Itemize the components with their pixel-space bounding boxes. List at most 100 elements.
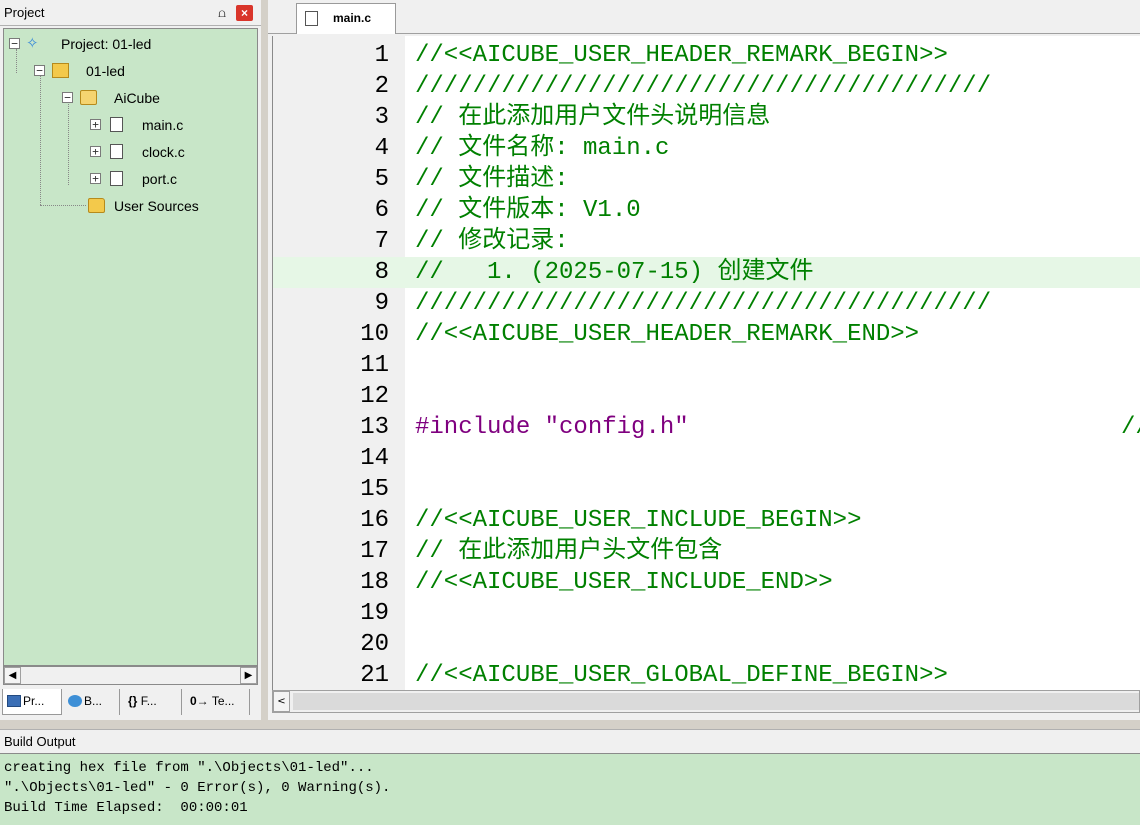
tree-item-file[interactable]: + main.c	[90, 114, 249, 136]
line-text: //<<AICUBE_USER_HEADER_REMARK_END>>	[415, 321, 920, 348]
code-line: 11	[273, 350, 1140, 381]
code-line: 18 //<<AICUBE_USER_INCLUDE_END>>	[273, 567, 1140, 598]
line-text: // 1. (2025-07-15) 创建文件	[415, 259, 814, 286]
templates-icon: 0→	[190, 694, 209, 708]
build-output-line: ".\Objects\01-led" - 0 Error(s), 0 Warni…	[4, 780, 391, 796]
line-number: 5	[374, 166, 389, 193]
code-line: 16 //<<AICUBE_USER_INCLUDE_BEGIN>>	[273, 505, 1140, 536]
editor-pane: main.c 1 //<<AICUBE_USER_HEADER_REMARK_BE…	[268, 0, 1140, 720]
line-number: 11	[360, 352, 389, 379]
line-number: 7	[374, 228, 389, 255]
collapse-icon[interactable]: −	[34, 65, 45, 76]
line-number: 9	[374, 290, 389, 317]
scroll-left-icon[interactable]: ◀	[4, 667, 21, 684]
tree-item-file[interactable]: + clock.c	[90, 141, 249, 163]
code-line: 12	[273, 381, 1140, 412]
line-number: 18	[360, 569, 389, 596]
line-number: 21	[360, 662, 389, 689]
project-tree-hscrollbar[interactable]: ◀ ▶	[3, 666, 258, 685]
scroll-left-icon[interactable]: <	[273, 691, 290, 712]
tree-item-group-user-sources[interactable]: User Sources	[88, 195, 249, 217]
scroll-track[interactable]	[293, 693, 1139, 710]
build-output-title: Build Output	[4, 734, 76, 749]
project-panel-tabs: Pr... B... {} F... 0→ Te...	[0, 688, 261, 720]
code-line: 3 // 在此添加用户文件头说明信息	[273, 102, 1140, 133]
tree-item-label: 01-led	[86, 63, 125, 79]
code-line: 21 //<<AICUBE_USER_GLOBAL_DEFINE_BEGIN>>	[273, 660, 1140, 690]
code-line: 8 // 1. (2025-07-15) 创建文件	[273, 257, 1140, 288]
line-number: 3	[374, 104, 389, 131]
tab-label: Te...	[211, 694, 235, 708]
editor-tab-label: main.c	[333, 11, 372, 25]
books-icon	[68, 695, 82, 707]
tab-label: B...	[84, 694, 103, 708]
project-panel-title: Project	[4, 5, 45, 20]
build-output-header: Build Output	[0, 729, 1140, 753]
line-number: 14	[360, 445, 389, 472]
tree-item-project-root[interactable]: − ✧ Project: 01-led	[9, 33, 249, 55]
project-icon: ✧	[26, 35, 39, 52]
code-line: 17 // 在此添加用户头文件包含	[273, 536, 1140, 567]
code-line: 14	[273, 443, 1140, 474]
line-text: // 文件版本: V1.0	[415, 197, 641, 224]
tab-functions[interactable]: {} F...	[124, 689, 182, 715]
code-line: 7 // 修改记录:	[273, 226, 1140, 257]
file-icon	[110, 144, 123, 159]
line-number: 6	[374, 197, 389, 224]
line-text: //<<AICUBE_USER_INCLUDE_END>>	[415, 569, 833, 596]
tab-templates[interactable]: 0→ Te...	[186, 689, 250, 715]
line-text: //<<AICUBE_USER_HEADER_REMARK_BEGIN>>	[415, 42, 948, 69]
line-text: //<<AICUBE_USER_GLOBAL_DEFINE_BEGIN>>	[415, 662, 948, 689]
scroll-right-icon[interactable]: ▶	[240, 667, 257, 684]
line-number: 4	[374, 135, 389, 162]
line-number: 13	[360, 414, 389, 441]
tree-item-file[interactable]: + port.c	[90, 168, 249, 190]
line-text: #include "config.h"	[415, 414, 689, 441]
code-line: 19	[273, 598, 1140, 629]
project-window-icon	[7, 695, 21, 707]
editor-hscrollbar[interactable]: <	[272, 690, 1140, 713]
tab-label: F...	[140, 694, 157, 708]
tab-project[interactable]: Pr...	[2, 689, 62, 715]
line-number: 19	[360, 600, 389, 627]
expand-icon[interactable]: +	[90, 146, 101, 157]
project-tree: − ✧ Project: 01-led − 01-led − AiCube + …	[3, 28, 258, 666]
folder-open-icon	[80, 90, 97, 105]
code-line: 4 // 文件名称: main.c	[273, 133, 1140, 164]
scroll-track[interactable]	[22, 668, 239, 683]
editor-tab-strip: main.c	[268, 0, 1140, 34]
tree-item-label: Project: 01-led	[61, 36, 152, 52]
tree-connector	[68, 101, 69, 185]
tree-item-label: User Sources	[114, 198, 199, 214]
code-line: 9 ///////////////////////////////////////…	[273, 288, 1140, 319]
tab-books[interactable]: B...	[64, 689, 120, 715]
code-line: 15	[273, 474, 1140, 505]
build-output-line: creating hex file from ".\Objects\01-led…	[4, 760, 374, 776]
line-number: 17	[360, 538, 389, 565]
collapse-icon[interactable]: −	[9, 38, 20, 49]
tree-connector	[40, 205, 86, 206]
tab-main-c[interactable]: main.c	[296, 3, 396, 34]
tree-item-target[interactable]: − 01-led	[34, 60, 249, 82]
line-number: 16	[360, 507, 389, 534]
file-icon	[110, 171, 123, 186]
project-panel: Project ⩍ × − ✧ Project: 01-led − 01-led…	[0, 0, 261, 720]
close-icon[interactable]: ×	[236, 5, 253, 21]
expand-icon[interactable]: +	[90, 119, 101, 130]
line-number: 1	[374, 42, 389, 69]
line-text: //<<AICUBE_USER_INCLUDE_BEGIN>>	[415, 507, 862, 534]
project-panel-header: Project ⩍ ×	[0, 0, 261, 26]
expand-icon[interactable]: +	[90, 173, 101, 184]
tree-item-group-aicube[interactable]: − AiCube	[62, 87, 249, 109]
code-line: 6 // 文件版本: V1.0	[273, 195, 1140, 226]
collapse-icon[interactable]: −	[62, 92, 73, 103]
code-line: 5 // 文件描述:	[273, 164, 1140, 195]
trailing-comment: //	[1121, 414, 1140, 441]
tree-item-label: AiCube	[114, 90, 160, 106]
build-output-line: Build Time Elapsed: 00:00:01	[4, 800, 248, 816]
tree-connector	[40, 75, 41, 205]
build-output-log[interactable]: creating hex file from ".\Objects\01-led…	[0, 753, 1140, 825]
pin-icon[interactable]: ⩍	[215, 0, 229, 26]
folder-icon	[88, 198, 105, 213]
code-editor[interactable]: 1 //<<AICUBE_USER_HEADER_REMARK_BEGIN>> 2 /…	[272, 36, 1140, 690]
